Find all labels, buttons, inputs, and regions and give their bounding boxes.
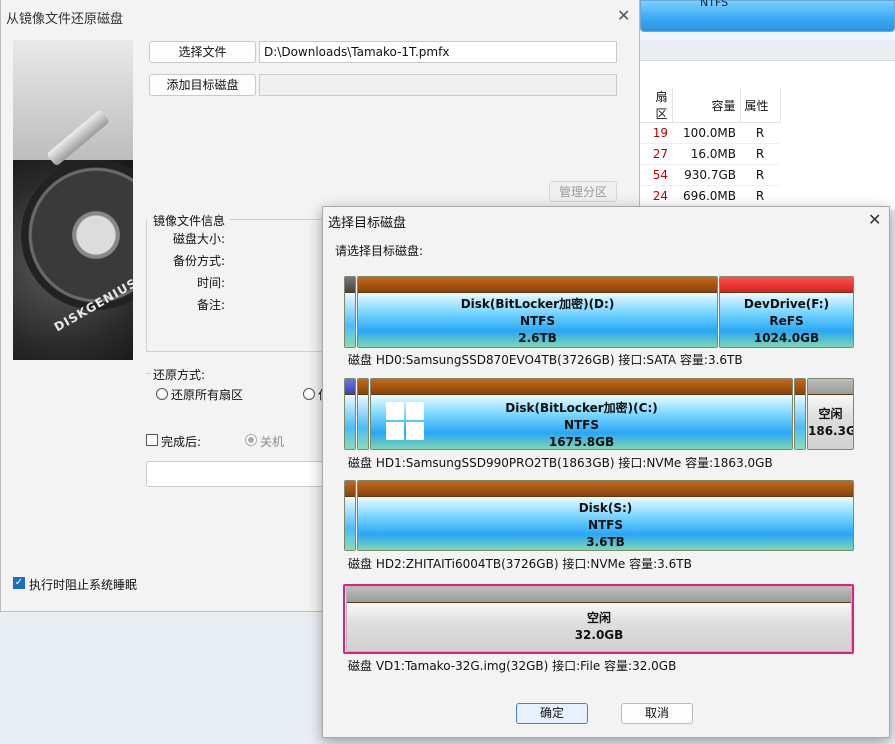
target-disk-field[interactable] bbox=[259, 74, 617, 96]
prevent-sleep-checkbox[interactable]: ✓ bbox=[13, 577, 25, 589]
group-border bbox=[146, 219, 147, 351]
partition-table: 扇区 容量 属性 19 100.0MB R 27 16.0MB R 54 930.7GB R… bbox=[640, 88, 781, 207]
restore-partial-radio[interactable] bbox=[303, 388, 315, 400]
progress-field bbox=[146, 461, 326, 487]
partition-hd2-s[interactable]: Disk(S:) NTFS 3.6TB bbox=[357, 480, 854, 551]
table-row[interactable]: 24 696.0MB R bbox=[640, 185, 780, 207]
restore-all-sectors-label: 还原所有扇区 bbox=[171, 388, 244, 402]
disk-size-label: 磁盘大小: bbox=[173, 232, 226, 246]
partition-hd0-f[interactable]: DevDrive(F:) ReFS 1024.0GB bbox=[719, 276, 854, 348]
partition-small[interactable] bbox=[344, 480, 356, 551]
group-divider bbox=[146, 373, 151, 374]
disk-info-hd0: 磁盘 HD0:SamsungSSD870EVO4TB(3726GB) 接口:SA… bbox=[348, 353, 743, 367]
close-icon[interactable]: ✕ bbox=[617, 6, 630, 25]
image-file-path-field[interactable]: D:\Downloads\Tamako-1T.pmfx bbox=[259, 41, 617, 63]
partition-fs: ReFS bbox=[769, 314, 804, 328]
image-info-group-title: 镜像文件信息 bbox=[153, 214, 226, 228]
sector-cell: 27 bbox=[640, 143, 672, 165]
partition-small[interactable] bbox=[344, 378, 356, 450]
table-row[interactable]: 27 16.0MB R bbox=[640, 143, 780, 165]
partition-name: DevDrive(F:) bbox=[743, 297, 830, 311]
attr-cell: R bbox=[740, 164, 780, 186]
partition-hd0-d[interactable]: Disk(BitLocker加密)(D:) NTFS 2.6TB bbox=[357, 276, 718, 348]
add-target-disk-button[interactable]: 添加目标磁盘 bbox=[149, 74, 256, 96]
sector-cell: 24 bbox=[640, 185, 672, 207]
selected-disk-highlight bbox=[343, 584, 854, 654]
partition-name: Disk(S:) bbox=[578, 501, 633, 515]
size-cell: 16.0MB bbox=[672, 143, 740, 165]
after-complete-checkbox[interactable] bbox=[146, 434, 158, 446]
partition-name: 空闲 bbox=[818, 407, 843, 421]
manage-partition-button[interactable]: 管理分区 bbox=[549, 181, 617, 202]
select-file-button[interactable]: 选择文件 bbox=[149, 41, 256, 63]
partition-small[interactable] bbox=[344, 276, 356, 348]
sector-cell: 54 bbox=[640, 164, 672, 186]
after-complete-label: 完成后: bbox=[161, 435, 202, 449]
windows-logo-icon bbox=[386, 402, 426, 442]
partition-size: 2.6TB bbox=[518, 331, 557, 345]
table-row[interactable]: 54 930.7GB R bbox=[640, 164, 780, 186]
group-divider bbox=[229, 219, 324, 220]
partition-name: Disk(BitLocker加密)(D:) bbox=[460, 297, 615, 311]
col-size[interactable]: 容量 bbox=[672, 88, 741, 123]
partition-hd1-free[interactable]: 空闲 186.3GB bbox=[807, 378, 854, 450]
backup-mode-label: 备份方式: bbox=[173, 254, 226, 268]
disk-banner[interactable] bbox=[640, 0, 895, 32]
partition-fs: NTFS bbox=[519, 314, 556, 328]
size-cell: 930.7GB bbox=[672, 164, 740, 186]
shutdown-label: 关机 bbox=[260, 435, 285, 449]
dialog-title: 选择目标磁盘 bbox=[328, 216, 407, 231]
note-label: 备注: bbox=[197, 298, 226, 312]
partition-size: 1675.8GB bbox=[548, 435, 615, 449]
partition-name: Disk(BitLocker加密)(C:) bbox=[505, 401, 658, 415]
partition-small[interactable] bbox=[794, 378, 806, 450]
partition-hd1-c[interactable]: Disk(BitLocker加密)(C:) NTFS 1675.8GB bbox=[370, 378, 793, 450]
attr-cell: R bbox=[740, 185, 780, 207]
disk-info-hd2: 磁盘 HD2:ZHITAITi6004TB(3726GB) 接口:NVMe 容量… bbox=[348, 557, 692, 571]
partition-fs: NTFS bbox=[563, 418, 600, 432]
attr-cell: R bbox=[740, 143, 780, 165]
partition-small[interactable] bbox=[357, 378, 369, 450]
shutdown-radio[interactable] bbox=[245, 434, 257, 446]
disk-banner-fs-label: NTFS bbox=[700, 0, 729, 9]
restore-mode-title: 还原方式: bbox=[153, 368, 206, 382]
size-cell: 696.0MB bbox=[672, 185, 740, 207]
col-attr[interactable]: 属性 bbox=[740, 88, 781, 123]
cancel-button[interactable]: 取消 bbox=[621, 703, 693, 724]
prevent-sleep-label: 执行时阻止系统睡眠 bbox=[29, 578, 138, 592]
table-row[interactable]: 19 100.0MB R bbox=[640, 122, 780, 144]
diskgenius-hdd-image: DISKGENIUS bbox=[13, 40, 133, 360]
time-label: 时间: bbox=[197, 276, 226, 290]
ok-button[interactable]: 确定 bbox=[516, 703, 588, 724]
partition-size: 186.3GB bbox=[808, 424, 853, 438]
group-divider bbox=[146, 351, 324, 352]
sector-cell: 19 bbox=[640, 122, 672, 144]
size-cell: 100.0MB bbox=[672, 122, 740, 144]
disk-info-hd1: 磁盘 HD1:SamsungSSD990PRO2TB(1863GB) 接口:NV… bbox=[348, 456, 773, 470]
close-icon[interactable]: ✕ bbox=[868, 210, 881, 229]
disk-info-vd1: 磁盘 VD1:Tamako-32G.img(32GB) 接口:File 容量:3… bbox=[348, 659, 677, 673]
partition-size: 1024.0GB bbox=[753, 331, 820, 345]
partition-fs: NTFS bbox=[587, 518, 624, 532]
attr-cell: R bbox=[740, 122, 780, 144]
col-sector[interactable]: 扇区 bbox=[640, 88, 673, 123]
dialog-title: 从镜像文件还原磁盘 bbox=[6, 12, 124, 27]
partition-size: 3.6TB bbox=[586, 535, 625, 549]
select-disk-prompt: 请选择目标磁盘: bbox=[335, 244, 424, 258]
restore-all-sectors-radio[interactable] bbox=[156, 388, 168, 400]
